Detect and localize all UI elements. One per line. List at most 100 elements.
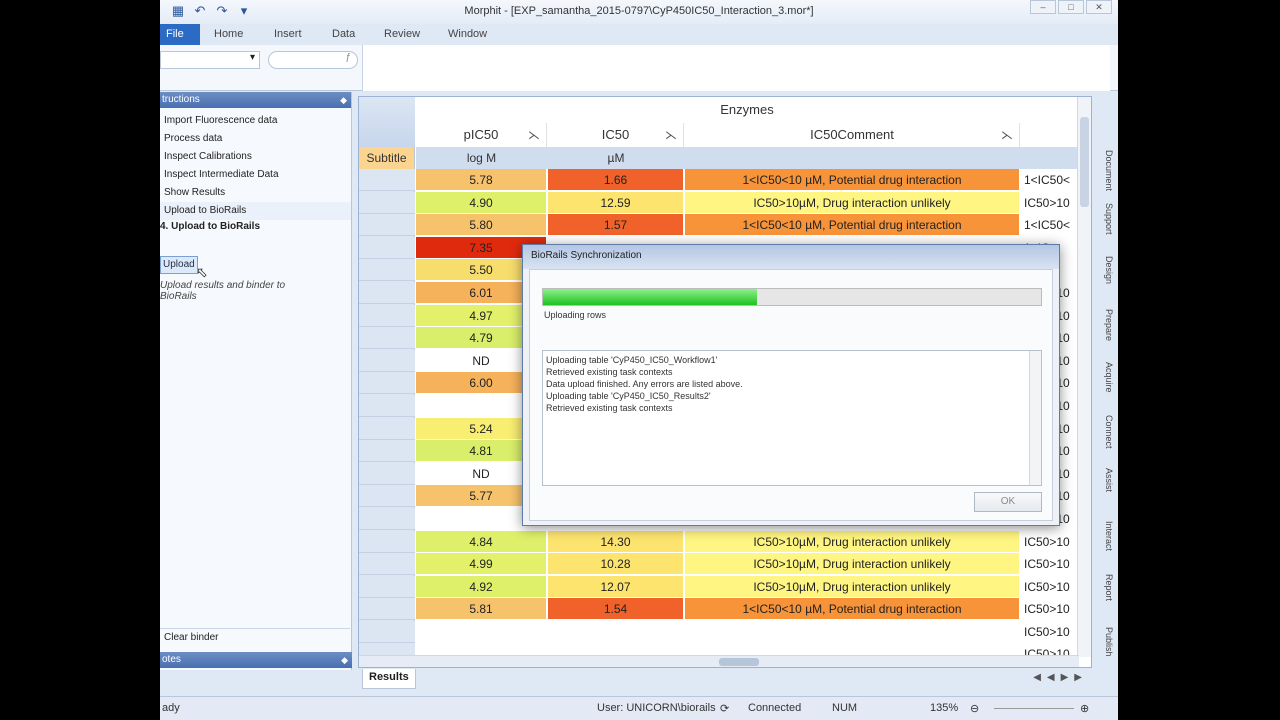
close-button[interactable]: ✕ bbox=[1086, 0, 1112, 14]
side-tab-interact[interactable]: Interact bbox=[1096, 521, 1114, 551]
pic50-cell[interactable]: 5.81 bbox=[416, 598, 547, 621]
table-row[interactable]: 4.90 12.59 IC50>10µM, Drug interaction unl… bbox=[359, 191, 1079, 215]
comment-cell[interactable]: IC50>10µM, Drug interaction unlikely bbox=[685, 191, 1020, 214]
comment-cell[interactable]: IC50>10µM, Drug interaction unlikely bbox=[685, 553, 1020, 576]
instruction-results[interactable]: Show Results bbox=[160, 184, 351, 202]
row-header[interactable] bbox=[359, 394, 415, 417]
ok-button[interactable]: OK bbox=[974, 492, 1042, 512]
instruction-import[interactable]: Import Fluorescence data bbox=[160, 112, 351, 130]
zoom-out-icon[interactable]: ⊖ bbox=[970, 702, 979, 715]
side-tab-design[interactable]: Design bbox=[1096, 256, 1114, 284]
side-tab-connect[interactable]: Connect bbox=[1096, 415, 1114, 449]
scroll-thumb[interactable] bbox=[1080, 117, 1089, 207]
scroll-thumb[interactable] bbox=[719, 658, 759, 666]
table-row[interactable]: 4.92 12.07 IC50>10µM, Drug interaction unl… bbox=[359, 575, 1079, 599]
ribbon-combo[interactable]: ▾ bbox=[160, 51, 260, 69]
side-tab-report[interactable]: Report bbox=[1096, 574, 1114, 601]
row-header[interactable] bbox=[359, 507, 415, 530]
pic50-cell[interactable]: 5.78 bbox=[416, 169, 547, 191]
column-header-ic50comment[interactable]: IC50Comment ⋋ bbox=[685, 123, 1020, 147]
pic50-cell[interactable]: 4.84 bbox=[416, 530, 547, 553]
pic50-cell[interactable]: 4.90 bbox=[416, 191, 547, 214]
menu-review[interactable]: Review bbox=[384, 28, 420, 40]
pic50-cell[interactable]: 4.99 bbox=[416, 553, 547, 576]
filter-icon[interactable]: ⋋ bbox=[528, 123, 540, 147]
row-header[interactable] bbox=[359, 236, 415, 259]
ic50-cell[interactable]: 12.59 bbox=[548, 191, 684, 214]
instruction-upload[interactable]: Upload to BioRails bbox=[160, 202, 351, 220]
row-header[interactable] bbox=[359, 530, 415, 553]
extra-cell[interactable]: IC50>10 bbox=[1021, 530, 1077, 553]
sheet-tab-results[interactable]: Results bbox=[362, 669, 416, 689]
filter-icon[interactable]: ⋋ bbox=[1001, 123, 1013, 147]
comment-cell[interactable]: IC50>10µM, Drug interaction unlikely bbox=[685, 530, 1020, 553]
side-tab-acquire[interactable]: Acquire bbox=[1096, 362, 1114, 393]
table-row[interactable]: 4.84 14.30 IC50>10µM, Drug interaction unl… bbox=[359, 530, 1079, 554]
row-header[interactable] bbox=[359, 349, 415, 372]
upload-button[interactable]: Upload bbox=[160, 256, 198, 274]
file-menu[interactable]: File bbox=[160, 24, 200, 45]
row-header[interactable] bbox=[359, 620, 415, 643]
extra-cell[interactable]: IC50>10 bbox=[1021, 553, 1077, 576]
row-header[interactable] bbox=[359, 259, 415, 282]
zoom-in-icon[interactable]: ⊕ bbox=[1080, 702, 1089, 715]
instruction-intermediate[interactable]: Inspect Intermediate Data bbox=[160, 166, 351, 184]
side-tab-document[interactable]: Document bbox=[1096, 150, 1114, 191]
row-header[interactable] bbox=[359, 575, 415, 598]
pic50-cell[interactable]: 4.92 bbox=[416, 575, 547, 598]
pin-icon[interactable]: ◆ bbox=[341, 652, 348, 668]
side-tab-publish[interactable]: Publish bbox=[1096, 627, 1114, 657]
row-header[interactable] bbox=[359, 485, 415, 508]
comment-cell[interactable]: 1<IC50<10 µM, Potential drug interaction bbox=[685, 169, 1020, 191]
ic50-cell[interactable]: 12.07 bbox=[548, 575, 684, 598]
column-header-ic50[interactable]: IC50 ⋋ bbox=[548, 123, 684, 147]
comment-cell[interactable]: 1<IC50<10 µM, Potential drug interaction bbox=[685, 214, 1020, 237]
table-row[interactable]: 5.81 1.54 1<IC50<10 µM, Potential drug int… bbox=[359, 598, 1079, 621]
ic50-cell[interactable]: 1.54 bbox=[548, 598, 684, 621]
ic50-cell[interactable]: 10.28 bbox=[548, 553, 684, 576]
comment-cell[interactable]: IC50>10µM, Drug interaction unlikely bbox=[685, 575, 1020, 598]
comment-cell[interactable] bbox=[685, 620, 1020, 643]
ic50-cell[interactable] bbox=[548, 620, 684, 643]
row-header[interactable] bbox=[359, 417, 415, 440]
maximize-button[interactable]: □ bbox=[1058, 0, 1084, 14]
zoom-slider[interactable] bbox=[994, 708, 1074, 709]
menu-home[interactable]: Home bbox=[214, 28, 243, 40]
extra-cell[interactable]: 1<IC50< bbox=[1021, 169, 1077, 191]
ic50-cell[interactable]: 14.30 bbox=[548, 530, 684, 553]
pin-icon[interactable]: ◆ bbox=[340, 92, 347, 108]
row-header[interactable] bbox=[359, 304, 415, 327]
search-input[interactable]: ƒ bbox=[268, 51, 358, 69]
grid-corner[interactable] bbox=[359, 97, 415, 147]
row-header[interactable] bbox=[359, 214, 415, 237]
extra-cell[interactable]: IC50>10 bbox=[1021, 575, 1077, 598]
menu-window[interactable]: Window bbox=[448, 28, 487, 40]
minimize-button[interactable]: – bbox=[1030, 0, 1056, 14]
side-tab-assist[interactable]: Assist bbox=[1096, 468, 1114, 492]
row-header[interactable] bbox=[359, 327, 415, 350]
extra-cell[interactable]: 1<IC50< bbox=[1021, 214, 1077, 237]
table-row[interactable]: 5.78 1.66 1<IC50<10 µM, Potential drug int… bbox=[359, 169, 1079, 192]
side-tab-prepare[interactable]: Prepare bbox=[1096, 309, 1114, 341]
row-header[interactable] bbox=[359, 462, 415, 485]
clear-binder-dropdown[interactable]: Clear binder bbox=[160, 628, 350, 646]
vertical-scrollbar[interactable] bbox=[1077, 97, 1091, 657]
pic50-cell[interactable]: 5.80 bbox=[416, 214, 547, 237]
extra-cell[interactable]: IC50>10 bbox=[1021, 191, 1077, 214]
row-header[interactable] bbox=[359, 169, 415, 191]
sheet-nav-icons[interactable]: ◀◀▶▶ bbox=[1033, 672, 1088, 683]
side-tab-support[interactable]: Support bbox=[1096, 203, 1114, 235]
row-header[interactable] bbox=[359, 281, 415, 304]
row-header[interactable] bbox=[359, 598, 415, 621]
row-header[interactable] bbox=[359, 191, 415, 214]
horizontal-scrollbar[interactable] bbox=[359, 655, 1079, 667]
extra-cell[interactable]: IC50>10 bbox=[1021, 598, 1077, 621]
column-header-pic50[interactable]: pIC50 ⋋ bbox=[416, 123, 547, 147]
table-row[interactable]: 4.99 10.28 IC50>10µM, Drug interaction unl… bbox=[359, 553, 1079, 576]
comment-cell[interactable]: 1<IC50<10 µM, Potential drug interaction bbox=[685, 598, 1020, 621]
menu-insert[interactable]: Insert bbox=[274, 28, 302, 40]
ic50-cell[interactable]: 1.66 bbox=[548, 169, 684, 191]
table-row[interactable]: 5.80 1.57 1<IC50<10 µM, Potential drug int… bbox=[359, 214, 1079, 237]
instruction-calibrations[interactable]: Inspect Calibrations bbox=[160, 148, 351, 166]
instruction-process[interactable]: Process data bbox=[160, 130, 351, 148]
